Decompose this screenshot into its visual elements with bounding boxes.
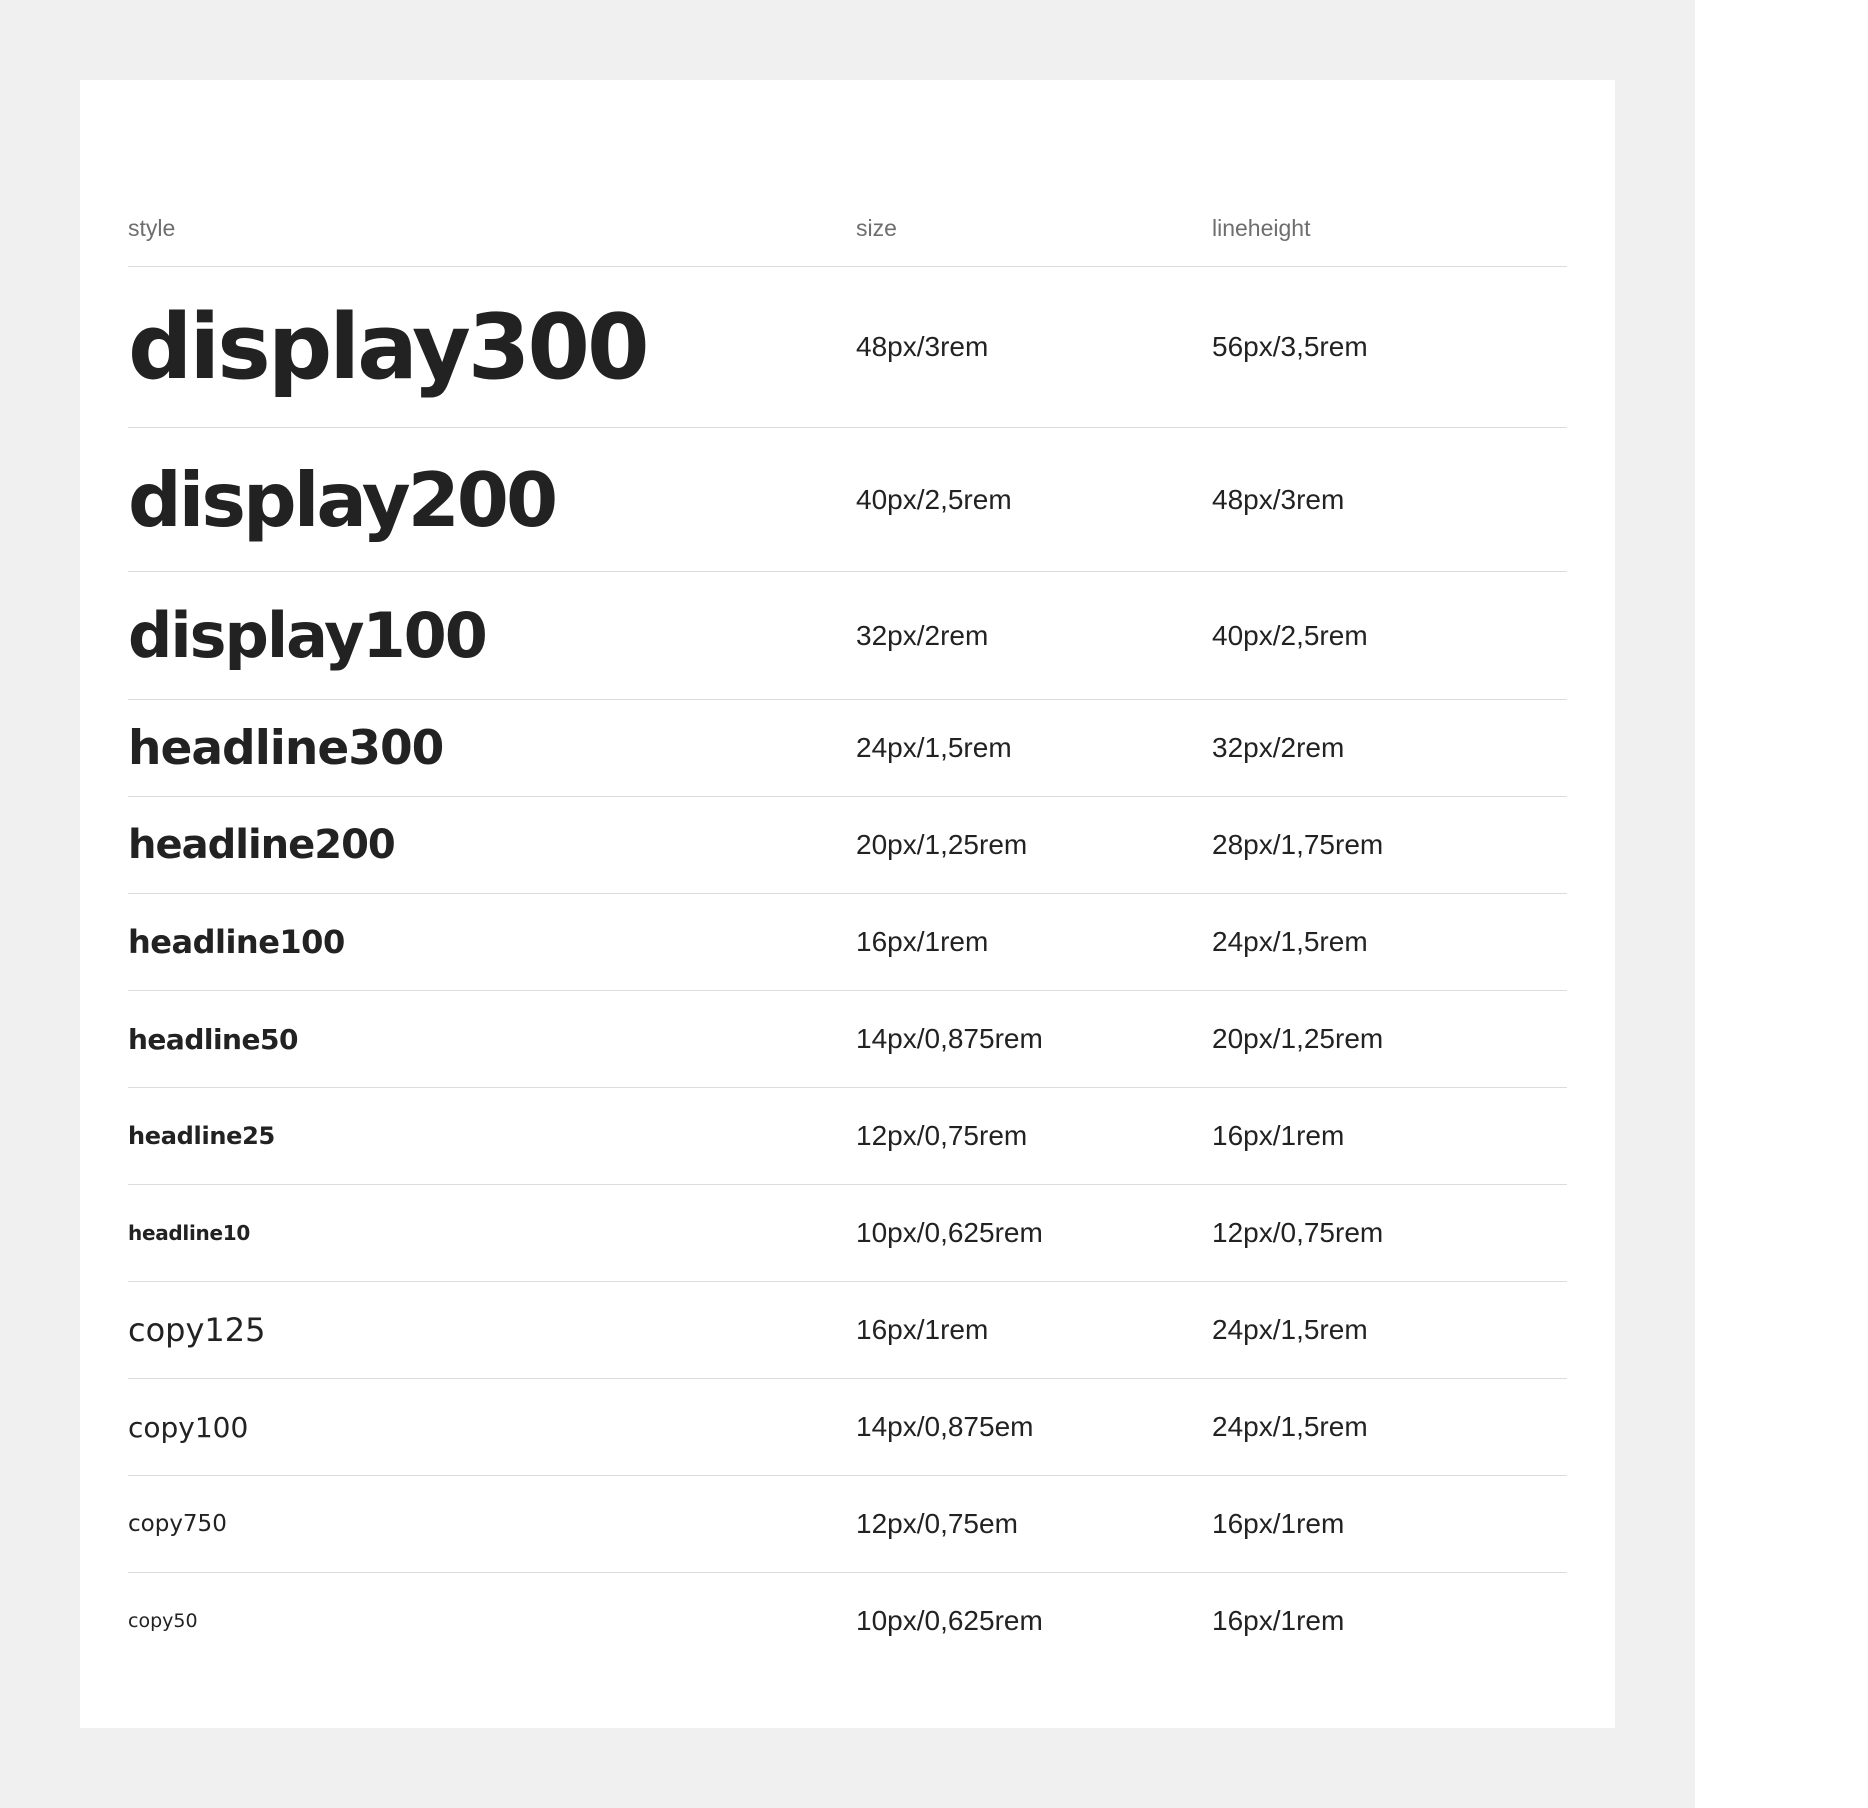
size-value: 12px/0,75rem (856, 1120, 1028, 1151)
style-sample: headline50 (128, 1022, 298, 1056)
size-value: 20px/1,25rem (856, 829, 1028, 860)
style-sample: headline10 (128, 1221, 250, 1245)
typography-card: style size lineheight display300 48px/3r… (80, 80, 1615, 1728)
column-header-style: style (128, 214, 176, 241)
lineheight-value: 24px/1,5rem (1212, 1411, 1368, 1442)
table-row-display100: display100 32px/2rem 40px/2,5rem (128, 572, 1567, 700)
style-sample: copy100 (128, 1410, 249, 1444)
size-value: 16px/1rem (856, 1314, 989, 1345)
lineheight-value: 12px/0,75rem (1212, 1217, 1384, 1248)
type-scale-table: style size lineheight display300 48px/3r… (128, 190, 1567, 1669)
size-value: 16px/1rem (856, 926, 989, 957)
table-row-copy750: copy750 12px/0,75em 16px/1rem (128, 1476, 1567, 1573)
style-sample: display300 (128, 294, 650, 400)
table-row-headline100: headline100 16px/1rem 24px/1,5rem (128, 894, 1567, 991)
table-row-headline10: headline10 10px/0,625rem 12px/0,75rem (128, 1185, 1567, 1282)
style-sample: headline300 (128, 720, 444, 776)
style-sample: display200 (128, 455, 558, 544)
size-value: 10px/0,625rem (856, 1217, 1043, 1248)
lineheight-value: 16px/1rem (1212, 1605, 1345, 1636)
style-sample: copy50 (128, 1610, 198, 1632)
size-value: 32px/2rem (856, 619, 989, 651)
table-row-headline50: headline50 14px/0,875rem 20px/1,25rem (128, 991, 1567, 1088)
lineheight-value: 32px/2rem (1212, 732, 1345, 763)
size-value: 14px/0,875em (856, 1411, 1034, 1442)
style-sample: copy750 (128, 1511, 227, 1537)
style-sample: headline25 (128, 1122, 275, 1150)
size-value: 24px/1,5rem (856, 732, 1012, 763)
lineheight-value: 28px/1,75rem (1212, 829, 1384, 860)
lineheight-value: 48px/3rem (1212, 483, 1345, 515)
table-row-copy125: copy125 16px/1rem 24px/1,5rem (128, 1282, 1567, 1379)
size-value: 12px/0,75em (856, 1508, 1018, 1539)
table-row-copy100: copy100 14px/0,875em 24px/1,5rem (128, 1379, 1567, 1476)
lineheight-value: 16px/1rem (1212, 1508, 1345, 1539)
lineheight-value: 24px/1,5rem (1212, 1314, 1368, 1345)
table-row-display300: display300 48px/3rem 56px/3,5rem (128, 267, 1567, 428)
table-row-headline25: headline25 12px/0,75rem 16px/1rem (128, 1088, 1567, 1185)
size-value: 14px/0,875rem (856, 1023, 1043, 1054)
style-sample: headline100 (128, 923, 345, 961)
column-header-size: size (856, 214, 897, 241)
size-value: 48px/3rem (856, 331, 989, 362)
lineheight-value: 16px/1rem (1212, 1120, 1345, 1151)
table-header: style size lineheight (128, 190, 1567, 267)
size-value: 40px/2,5rem (856, 483, 1012, 515)
lineheight-value: 40px/2,5rem (1212, 619, 1368, 651)
table-row-headline200: headline200 20px/1,25rem 28px/1,75rem (128, 797, 1567, 894)
column-header-lineheight: lineheight (1212, 214, 1311, 241)
lineheight-value: 56px/3,5rem (1212, 331, 1368, 362)
style-sample: headline200 (128, 822, 396, 868)
table-row-display200: display200 40px/2,5rem 48px/3rem (128, 428, 1567, 572)
table-row-copy50: copy50 10px/0,625rem 16px/1rem (128, 1573, 1567, 1669)
lineheight-value: 20px/1,25rem (1212, 1023, 1384, 1054)
style-sample: copy125 (128, 1311, 266, 1349)
size-value: 10px/0,625rem (856, 1605, 1043, 1636)
lineheight-value: 24px/1,5rem (1212, 926, 1368, 957)
style-sample: display100 (128, 599, 488, 672)
table-row-headline300: headline300 24px/1,5rem 32px/2rem (128, 700, 1567, 797)
